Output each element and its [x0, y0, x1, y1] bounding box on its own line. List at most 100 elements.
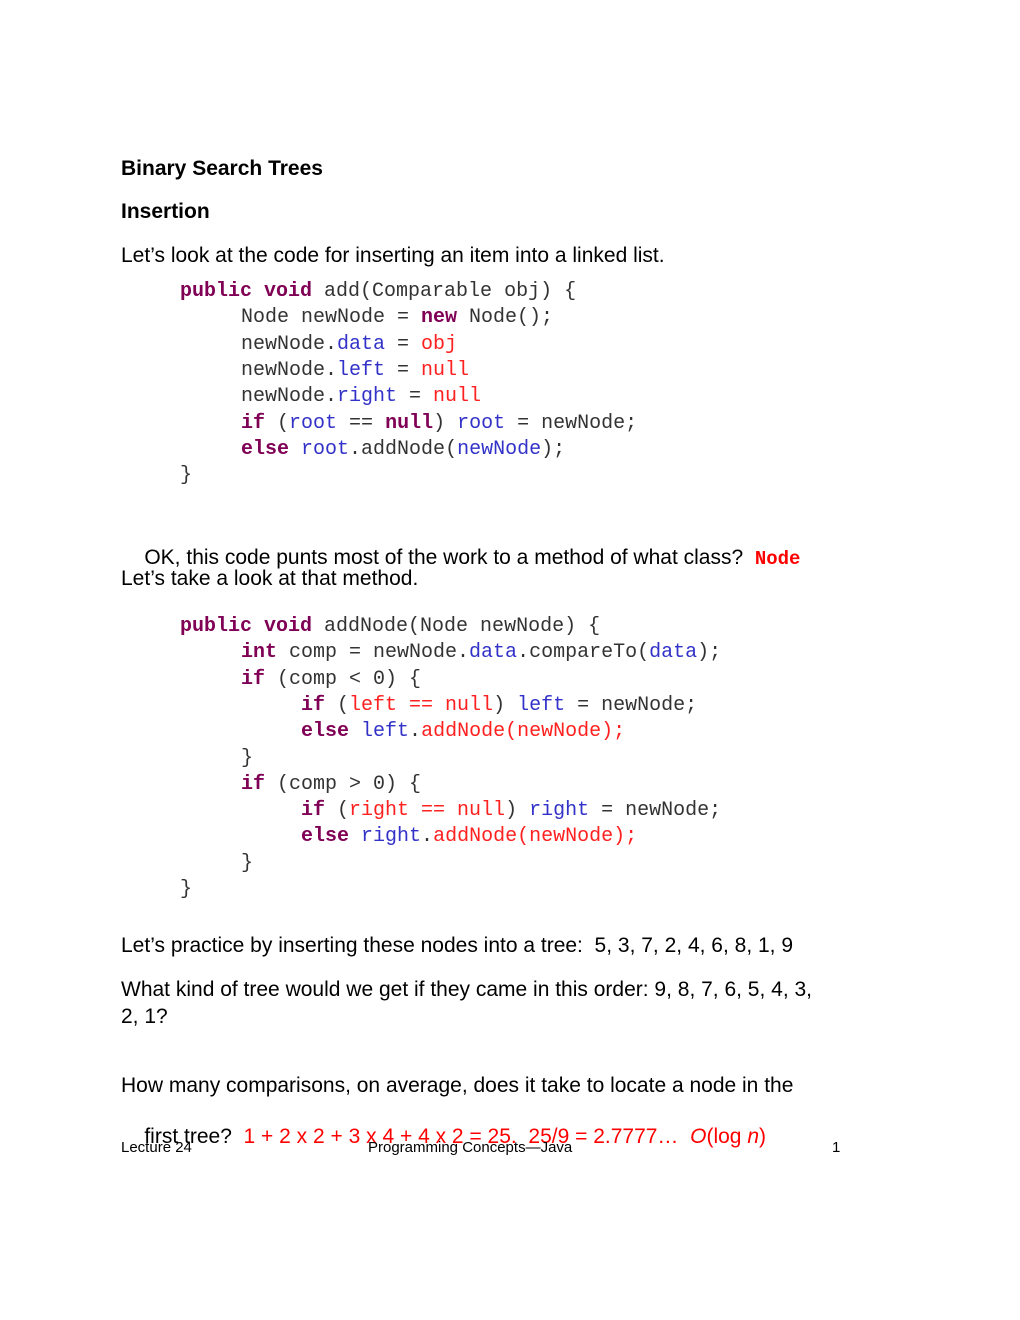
code-keyword: null	[385, 411, 434, 435]
code-text: )	[505, 799, 530, 823]
code-identifier: left	[337, 358, 386, 382]
code-text: (comp < 0) {	[265, 667, 422, 691]
code-text: =	[385, 358, 422, 382]
code-keyword: if	[241, 411, 266, 435]
code-text: )	[493, 693, 518, 717]
code-text: }	[241, 851, 254, 875]
code-text: newNode.	[241, 385, 338, 409]
code-line: public void add(Comparable obj) {	[180, 279, 576, 305]
code-identifier: left	[517, 693, 566, 717]
code-line: }	[180, 463, 192, 489]
code-line: if (left == null) left = newNode;	[301, 693, 697, 719]
code-line: public void addNode(Node newNode) {	[180, 614, 600, 640]
code-text: (	[325, 693, 350, 717]
code-text: }	[241, 746, 254, 770]
answer-1: Node	[754, 548, 801, 570]
code-text: =	[385, 332, 422, 356]
code-identifier: right	[361, 825, 422, 849]
code-identifier: root	[289, 411, 338, 435]
code-line: newNode.right = null	[241, 384, 481, 410]
code-keyword: public void	[180, 615, 313, 638]
code-literal: right == null	[349, 799, 506, 823]
big-o-variable: n	[747, 1125, 759, 1148]
code-line: Node newNode = new Node();	[241, 305, 553, 331]
code-keyword: else	[301, 720, 350, 744]
section-heading: Insertion	[121, 200, 210, 223]
code-line: newNode.data = obj	[241, 332, 457, 358]
code-keyword: else	[241, 437, 290, 461]
code-line: if (comp > 0) {	[241, 772, 421, 798]
code-text: .	[421, 825, 434, 849]
lead-paragraph: Let’s take a look at that method.	[121, 567, 419, 590]
code-text: Node();	[457, 306, 554, 330]
code-literal: addNode(newNode);	[421, 720, 626, 744]
code-text: );	[541, 437, 566, 461]
code-identifier: data	[469, 641, 518, 665]
footer-page-number: 1	[832, 1139, 841, 1156]
code-line: }	[180, 877, 192, 903]
code-line: }	[241, 851, 253, 877]
code-identifier: root	[457, 411, 506, 435]
code-identifier: newNode	[457, 437, 542, 461]
code-text: =	[397, 385, 434, 409]
footer-left: Lecture 24	[121, 1139, 192, 1156]
code-literal: null	[433, 385, 482, 409]
code-text: (comp > 0) {	[265, 772, 422, 796]
code-keyword: new	[421, 306, 458, 330]
code-identifier: data	[337, 332, 386, 356]
code-literal: left == null	[349, 693, 494, 717]
code-text: (	[325, 799, 350, 823]
code-literal: addNode(newNode);	[433, 825, 638, 849]
code-text: Node newNode =	[241, 306, 422, 330]
code-literal: obj	[421, 332, 458, 356]
code-keyword: int	[241, 641, 278, 665]
question-2-line-1: What kind of tree would we get if they c…	[121, 978, 813, 1001]
code-text: (	[265, 411, 290, 435]
question-2-line-2: 2, 1?	[121, 1005, 168, 1028]
code-identifier: data	[649, 641, 698, 665]
question-3-line-2: first tree? 1 + 2 x 2 + 3 x 4 + 4 x 2 = …	[121, 1101, 766, 1173]
code-line: else right.addNode(newNode);	[301, 824, 637, 850]
code-keyword: if	[241, 667, 266, 691]
code-keyword: else	[301, 825, 350, 849]
intro-paragraph: Let’s look at the code for inserting an …	[121, 244, 665, 267]
code-line: newNode.left = null	[241, 358, 469, 384]
code-text: }	[180, 878, 193, 901]
code-identifier: right	[529, 799, 590, 823]
code-text: newNode.	[241, 358, 338, 382]
code-line: }	[241, 746, 253, 772]
code-text: );	[697, 641, 722, 665]
code-text: ==	[337, 411, 386, 435]
big-o-symbol: O	[690, 1125, 707, 1148]
code-line: if (comp < 0) {	[241, 667, 421, 693]
code-line: int comp = newNode.data.compareTo(data);	[241, 640, 721, 666]
code-text: comp = newNode.	[277, 641, 470, 665]
code-line: if (right == null) right = newNode;	[301, 798, 721, 824]
code-identifier: right	[337, 385, 398, 409]
code-text: = newNode;	[589, 799, 722, 823]
code-text: )	[433, 411, 458, 435]
page-title: Binary Search Trees	[121, 157, 323, 180]
code-keyword: if	[301, 693, 326, 717]
code-keyword: if	[301, 799, 326, 823]
code-text: = newNode;	[565, 693, 698, 717]
question-1-text: OK, this code punts most of the work to …	[144, 546, 744, 569]
code-text: = newNode;	[505, 411, 638, 435]
big-o-close: )	[759, 1125, 766, 1148]
code-text: .	[409, 720, 422, 744]
code-identifier: left	[361, 720, 410, 744]
code-literal: null	[421, 358, 470, 382]
footer-center: Programming Concepts—Java	[368, 1139, 573, 1156]
big-o-open: (log	[706, 1125, 748, 1148]
code-identifier: root	[301, 437, 350, 461]
practice-paragraph: Let’s practice by inserting these nodes …	[121, 934, 794, 957]
code-text: addNode(Node newNode) {	[312, 615, 601, 638]
code-keyword: if	[241, 772, 266, 796]
code-text: .compareTo(	[517, 641, 650, 665]
code-text: .addNode(	[349, 437, 458, 461]
code-text: add(Comparable obj) {	[312, 280, 577, 303]
code-line: if (root == null) root = newNode;	[241, 411, 637, 437]
